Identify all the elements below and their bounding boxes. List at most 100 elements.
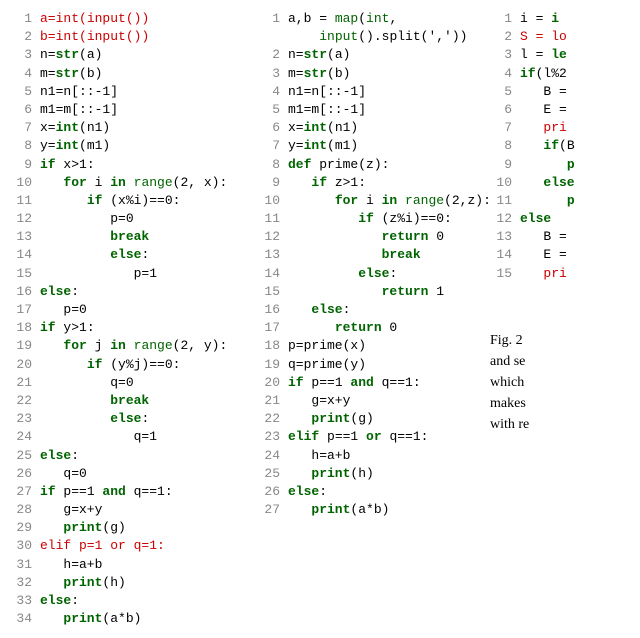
code-content: return 0 xyxy=(288,319,397,337)
code-line: 23 else: xyxy=(10,410,246,428)
code-line: 24 q=1 xyxy=(10,428,246,446)
code-line: 1a=int(input()) xyxy=(10,10,246,28)
code-content: n1=n[::-1] xyxy=(40,83,118,101)
code-content: elif p==1 or q==1: xyxy=(288,428,428,446)
line-number: 2 xyxy=(490,28,520,46)
code-line: 8y=int(m1) xyxy=(10,137,246,155)
subfigure-label: ( xyxy=(490,291,640,311)
code-line: 4if(l%2 xyxy=(490,65,640,83)
line-number: 4 xyxy=(258,83,288,101)
code-line: 24 h=a+b xyxy=(258,447,478,465)
code-line: 19 for j in range(2, y): xyxy=(10,337,246,355)
code-line: 21 q=0 xyxy=(10,374,246,392)
code-line: 20 if (y%j)==0: xyxy=(10,356,246,374)
line-number: 31 xyxy=(10,556,40,574)
code-line: 33else: xyxy=(10,592,246,610)
code-content: h=a+b xyxy=(40,556,102,574)
code-content: print(a*b) xyxy=(40,610,141,628)
line-number: 14 xyxy=(10,246,40,264)
code-line: 21 g=x+y xyxy=(258,392,478,410)
line-number: 26 xyxy=(10,465,40,483)
code-content: print(h) xyxy=(40,574,126,592)
code-content: a,b = map(int, xyxy=(288,10,397,28)
code-line: 7 pri xyxy=(490,119,640,137)
code-column-3: 1i = i2S = lo3l = le4if(l%25 B =6 E =7 p… xyxy=(490,10,640,628)
code-content: pri xyxy=(520,119,567,137)
line-number: 8 xyxy=(258,156,288,174)
code-content: l = le xyxy=(520,46,567,64)
code-content: p=1 xyxy=(40,265,157,283)
code-line: 15 pri xyxy=(490,265,640,283)
line-number: 1 xyxy=(10,10,40,28)
code-content: if z>1: xyxy=(288,174,366,192)
code-line: 11 p xyxy=(490,192,640,210)
line-number: 8 xyxy=(10,137,40,155)
code-content: if p==1 and q==1: xyxy=(40,483,173,501)
line-number: 14 xyxy=(490,246,520,264)
code-content: g=x+y xyxy=(288,392,350,410)
code-line: 17 p=0 xyxy=(10,301,246,319)
line-number: 19 xyxy=(258,356,288,374)
code-content: if p==1 and q==1: xyxy=(288,374,421,392)
code-line: 26else: xyxy=(258,483,478,501)
code-content: for i in range(2, x): xyxy=(40,174,227,192)
code-content: m=str(b) xyxy=(288,65,350,83)
code-line: 15 p=1 xyxy=(10,265,246,283)
code-content: b=int(input()) xyxy=(40,28,149,46)
code-content: n1=n[::-1] xyxy=(288,83,366,101)
line-number: 14 xyxy=(258,265,288,283)
line-number: 18 xyxy=(10,319,40,337)
code-content: if x>1: xyxy=(40,156,95,174)
code-content: q=0 xyxy=(40,465,87,483)
code-content: p=prime(x) xyxy=(288,337,366,355)
line-number: 9 xyxy=(490,156,520,174)
line-number: 11 xyxy=(490,192,520,210)
code-line: 5 B = xyxy=(490,83,640,101)
code-content: m1=m[::-1] xyxy=(40,101,118,119)
code-line: 29 print(g) xyxy=(10,519,246,537)
line-number: 5 xyxy=(258,101,288,119)
code-line: 3n=str(a) xyxy=(10,46,246,64)
line-number: 29 xyxy=(10,519,40,537)
line-number: 6 xyxy=(490,101,520,119)
code-line: 3m=str(b) xyxy=(258,65,478,83)
code-line: 18p=prime(x) xyxy=(258,337,478,355)
line-number: 11 xyxy=(10,192,40,210)
code-line: 12else xyxy=(490,210,640,228)
code-line: 7x=int(n1) xyxy=(10,119,246,137)
code-line: 11 if (x%i)==0: xyxy=(10,192,246,210)
code-line: 2n=str(a) xyxy=(258,46,478,64)
line-number: 11 xyxy=(258,210,288,228)
code-line: 2b=int(input()) xyxy=(10,28,246,46)
code-line: 5m1=m[::-1] xyxy=(258,101,478,119)
code-content: break xyxy=(40,228,149,246)
code-content: y=int(m1) xyxy=(288,137,358,155)
code-line: 26 q=0 xyxy=(10,465,246,483)
code-content: q=1 xyxy=(40,428,157,446)
code-column-2: 1a,b = map(int, input().split(','))2n=st… xyxy=(258,10,478,628)
line-number: 3 xyxy=(258,65,288,83)
code-content: print(g) xyxy=(40,519,126,537)
code-content: for i in range(2,z): xyxy=(288,192,491,210)
code-content: B = xyxy=(520,83,567,101)
code-content: h=a+b xyxy=(288,447,350,465)
line-number: 13 xyxy=(490,228,520,246)
code-line: 16else: xyxy=(10,283,246,301)
line-number: 18 xyxy=(258,337,288,355)
code-content: q=0 xyxy=(40,374,134,392)
code-content: input().split(',')) xyxy=(288,28,467,46)
code-line: 14 else: xyxy=(10,246,246,264)
line-number: 27 xyxy=(258,501,288,519)
line-number: 16 xyxy=(258,301,288,319)
line-number: 6 xyxy=(10,101,40,119)
line-number: 22 xyxy=(258,410,288,428)
code-line: 25 print(h) xyxy=(258,465,478,483)
code-content: n=str(a) xyxy=(288,46,350,64)
line-number: 10 xyxy=(10,174,40,192)
code-line: 1i = i xyxy=(490,10,640,28)
code-line: 12 p=0 xyxy=(10,210,246,228)
code-line: 20if p==1 and q==1: xyxy=(258,374,478,392)
line-number: 12 xyxy=(10,210,40,228)
line-number: 19 xyxy=(10,337,40,355)
line-number: 7 xyxy=(10,119,40,137)
